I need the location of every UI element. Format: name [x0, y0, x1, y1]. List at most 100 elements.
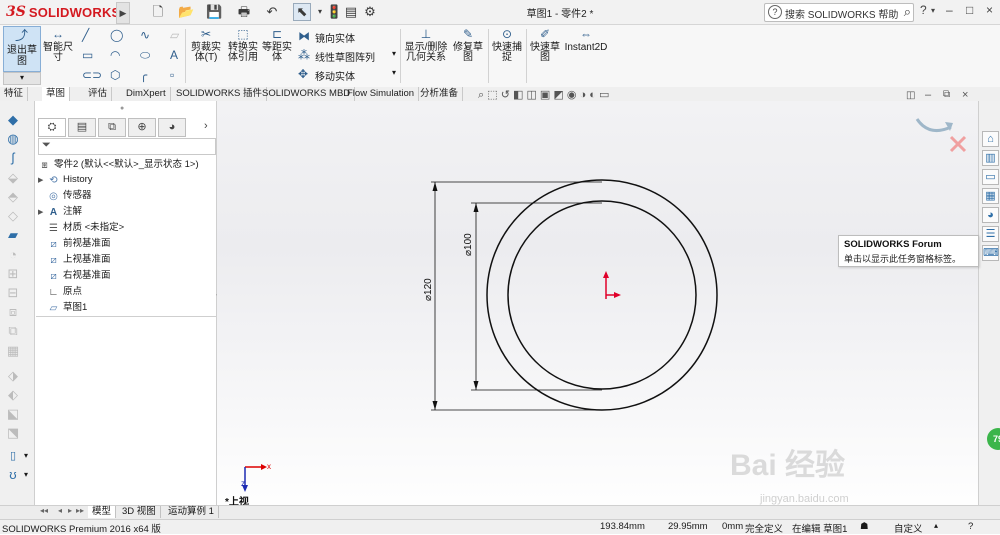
sketch-canvas[interactable]: ⌀120 ⌀100 x z *上视 — [217, 101, 978, 518]
view-palette-icon[interactable]: ▦ — [982, 188, 999, 204]
tree-item-material[interactable]: ☰ 材质 <未指定> — [38, 220, 124, 235]
offset-entities-button[interactable]: ⊏ 等距实体 — [262, 27, 292, 63]
window-close-button[interactable]: × — [962, 89, 968, 101]
solidworks-forum-icon[interactable]: ⌨ — [982, 245, 999, 261]
tree-item-sketch1[interactable]: ▱ 草图1 — [38, 300, 88, 315]
design-library-icon[interactable]: ▥ — [982, 150, 999, 166]
edit-appearance-icon[interactable]: ◑ — [580, 89, 587, 101]
fillet-icon[interactable]: ╭ — [140, 68, 147, 82]
expand-arrow-icon[interactable]: ▶ — [38, 205, 47, 220]
exit-sketch-button[interactable]: ⤴ 退出草图 — [3, 26, 41, 72]
pattern-icon[interactable]: ⊞ — [4, 267, 22, 281]
tree-item-origin[interactable]: ∟ 原点 — [38, 284, 82, 299]
dimension-120[interactable] — [431, 181, 602, 411]
dropdown-arrow-icon[interactable]: ▾ — [316, 3, 324, 21]
help-menu-button[interactable]: ? — [920, 3, 927, 17]
search-icon[interactable]: ⌕ — [904, 4, 911, 20]
save-icon[interactable]: 💾 — [206, 3, 222, 21]
minimize-button[interactable]: – — [946, 3, 953, 17]
tab-motion-study[interactable]: 运动算例 1 — [164, 506, 219, 518]
tab-scroll-prev-icon[interactable]: ◂ — [58, 506, 62, 515]
tree-item-history[interactable]: ▶ ⟲ History — [38, 172, 93, 187]
rebuild-traffic-light-icon[interactable]: 🚦 — [326, 3, 342, 21]
feature-tree-tab-icon[interactable]: ⛭ — [38, 118, 66, 137]
tree-item-top-plane[interactable]: ⧄ 上视基准面 — [38, 252, 110, 267]
instant2d-button[interactable]: ⇔ Instant2D — [564, 27, 608, 53]
tab-sketch[interactable]: 草图 — [42, 87, 71, 101]
file-explorer-icon[interactable]: ▭ — [982, 169, 999, 185]
linear-pattern-dropdown-icon[interactable]: ▾ — [392, 49, 396, 58]
convert-entities-button[interactable]: ⬚ 转换实体引用 — [226, 27, 260, 63]
window-minimize-button[interactable]: – — [925, 89, 931, 101]
print-icon[interactable]: 🖶 — [236, 3, 252, 21]
trim-entities-button[interactable]: ✂ 剪裁实体(T) — [190, 27, 222, 63]
circle-icon[interactable]: ◯ — [110, 28, 123, 42]
revolve-boss-icon[interactable]: ◍ — [4, 132, 22, 146]
zoom-area-icon[interactable]: ⬚ — [487, 89, 497, 101]
graphics-area[interactable]: ⌀120 ⌀100 x z *上视 — [217, 101, 978, 518]
tab-model[interactable]: 模型 — [88, 506, 117, 518]
tab-solidworks-mbd[interactable]: SOLIDWORKS MBD — [258, 87, 356, 101]
appearances-scenes-icon[interactable]: ◕ — [982, 207, 999, 223]
sketch-origin[interactable] — [603, 271, 621, 299]
reference-plane-icon[interactable]: ▯ — [4, 449, 22, 463]
configuration-manager-tab-icon[interactable]: ⧉ — [98, 118, 126, 137]
surface-icon[interactable]: ▱ — [170, 28, 179, 42]
curve-tools-icon[interactable]: ʊ — [4, 468, 22, 482]
exit-sketch-dropdown[interactable]: ▾ — [3, 72, 41, 85]
new-document-icon[interactable]: 🗋 — [150, 3, 166, 21]
rib-icon[interactable]: ⊟ — [4, 286, 22, 300]
move-entities-button[interactable]: 移动实体 — [315, 68, 355, 83]
inner-circle[interactable] — [507, 200, 697, 390]
expand-arrow-icon[interactable]: ▶ — [38, 173, 47, 188]
tab-scroll-next-icon[interactable]: ▸ — [68, 506, 72, 515]
tab-solidworks-addins[interactable]: SOLIDWORKS 插件 — [172, 87, 268, 101]
dimension-100-label[interactable]: ⌀100 — [463, 233, 474, 256]
previous-view-icon[interactable]: ↺ — [501, 89, 510, 101]
options-gear-icon[interactable]: ⚙ — [362, 3, 378, 21]
display-delete-relations-button[interactable]: ⊥ 显示/删除几何关系 — [404, 27, 448, 63]
text-icon[interactable]: A — [170, 48, 178, 62]
sweep-icon[interactable]: ʃ — [4, 151, 22, 165]
hide-show-icon[interactable]: ◉ — [567, 89, 577, 101]
search-help-input[interactable]: ? 搜索 SOLIDWORKS 帮助 ⌕ — [764, 3, 914, 22]
cut-extrude-icon[interactable]: ▰ — [4, 228, 22, 242]
curves-icon[interactable]: ⬖ — [4, 388, 22, 402]
slot-icon[interactable]: ⊂⊃ — [82, 68, 102, 82]
extrude-boss-icon[interactable]: ◆ — [4, 113, 22, 127]
tab-flow-simulation[interactable]: Flow Simulation — [343, 87, 420, 101]
cut-icon[interactable]: ◇ — [4, 209, 22, 223]
instant3d-icon[interactable]: ⬕ — [4, 407, 22, 421]
tree-item-front-plane[interactable]: ⧄ 前视基准面 — [38, 236, 110, 251]
shell-icon[interactable]: ⧉ — [4, 324, 22, 338]
apply-scene-icon[interactable]: ◐ — [589, 89, 596, 101]
quick-snaps-button[interactable]: ⊙ 快速捕捉 — [491, 27, 523, 63]
dynamic-annotation-icon[interactable]: ◫ — [526, 89, 536, 101]
undo-icon[interactable]: ↶ — [264, 3, 280, 21]
tabs-scroll-right-icon[interactable]: › — [204, 120, 208, 132]
help-icon[interactable]: ? — [968, 521, 973, 532]
fillet-feature-icon[interactable]: ◔ — [4, 248, 22, 262]
solidworks-resources-home-icon[interactable]: ⌂ — [982, 131, 999, 147]
linear-pattern-button[interactable]: 线性草图阵列 — [315, 49, 375, 64]
tab-dimxpert[interactable]: DimXpert — [122, 87, 171, 101]
arc-icon[interactable]: ◠ — [110, 48, 120, 62]
tab-scroll-last-icon[interactable]: ▸▸ — [76, 506, 84, 515]
point-icon[interactable]: ▫ — [170, 68, 174, 82]
view-settings-icon[interactable]: ▭ — [599, 89, 609, 101]
boundary-icon[interactable]: ⬘ — [4, 190, 22, 204]
dimxpert-manager-tab-icon[interactable]: ⊕ — [128, 118, 156, 137]
property-manager-tab-icon[interactable]: ▤ — [68, 118, 96, 137]
move-entities-dropdown-icon[interactable]: ▾ — [392, 68, 396, 77]
tab-features[interactable]: 特征 — [0, 87, 29, 101]
polygon-icon[interactable]: ⬡ — [110, 68, 120, 82]
view-orientation-icon[interactable]: ▣ — [540, 89, 550, 101]
dimension-120-label[interactable]: ⌀120 — [423, 278, 434, 301]
restore-button[interactable]: □ — [966, 3, 973, 17]
tree-filter-input[interactable]: ⏷ — [38, 138, 216, 155]
repair-sketch-button[interactable]: ✎ 修复草图 — [452, 27, 484, 63]
window-restore-button[interactable]: ⧉ — [943, 89, 950, 100]
rectangle-icon[interactable]: ▭ — [82, 48, 93, 62]
confirmation-corner[interactable] — [915, 118, 967, 153]
tab-evaluate[interactable]: 评估 — [84, 87, 113, 101]
